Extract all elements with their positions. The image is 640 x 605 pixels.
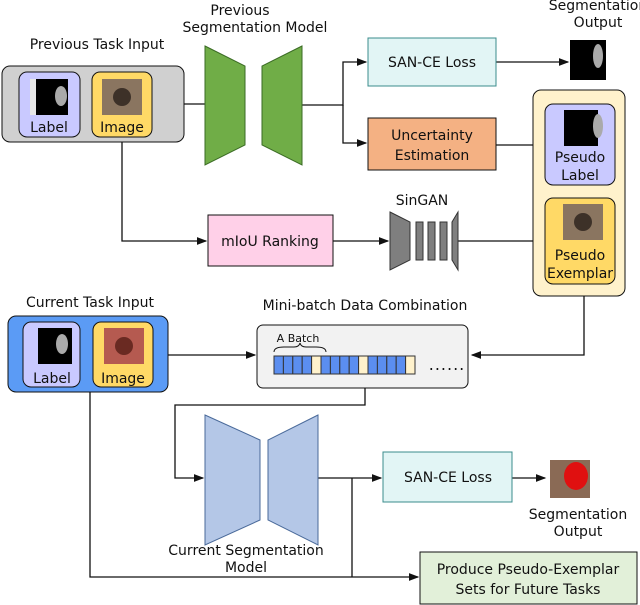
batch-cell — [358, 355, 369, 375]
seg-output-1-title-1: Segmentation — [549, 0, 640, 14]
pseudo-exemplar-text-1: Pseudo — [555, 248, 605, 264]
cur-model-title-1: Current Segmentation — [168, 543, 323, 559]
pseudo-label-text-2: Label — [561, 168, 599, 184]
batch-cell — [395, 355, 407, 375]
batch-cell — [301, 355, 313, 375]
prev-input-title: Previous Task Input — [30, 37, 165, 53]
uncertainty-text-2: Estimation — [395, 148, 470, 164]
singan-title: SinGAN — [396, 193, 449, 209]
prev-image-text: Image — [100, 120, 144, 136]
san-ce-loss-text-2: SAN-CE Loss — [404, 470, 492, 486]
a-batch-label: A Batch — [277, 332, 320, 345]
prev-label-text: Label — [30, 120, 68, 136]
cur-image-text: Image — [101, 371, 145, 387]
cur-label-text: Label — [33, 371, 71, 387]
seg-output-2-title-2: Output — [554, 524, 603, 540]
batch-cell — [329, 355, 341, 375]
minibatch-title: Mini-batch Data Combination — [263, 298, 468, 314]
pseudo-label-text-1: Pseudo — [555, 150, 605, 166]
batch-cell — [311, 355, 322, 375]
batch-cell — [273, 355, 284, 375]
diagram: Previous Task Input Label Image Previous… — [1, 0, 640, 605]
seg-output-1-title-2: Output — [574, 15, 623, 31]
batch-cell — [292, 355, 303, 375]
batch-cell — [339, 355, 350, 375]
cur-model-decoder — [267, 414, 319, 546]
cur-model-title-2: Model — [225, 560, 267, 576]
batch-cell — [348, 355, 360, 375]
prev-model-title-2: Segmentation Model — [183, 20, 328, 36]
batch-cell — [367, 355, 378, 375]
san-ce-loss-text-1: SAN-CE Loss — [388, 55, 476, 71]
batch-cell — [386, 355, 397, 375]
prev-model-encoder — [204, 45, 246, 166]
cur-model-encoder — [204, 414, 261, 546]
produce-text-2: Sets for Future Tasks — [456, 582, 601, 598]
prev-model-decoder — [261, 45, 303, 166]
batch-cell — [376, 355, 388, 375]
batch-cell — [405, 355, 416, 375]
prev-model-title-1: Previous — [210, 3, 269, 19]
batch-cell — [282, 355, 294, 375]
cur-input-title: Current Task Input — [26, 295, 154, 311]
batch-cells — [273, 355, 416, 375]
pseudo-exemplar-text-2: Exemplar — [547, 266, 613, 282]
seg-output-2-title-1: Segmentation — [529, 507, 627, 523]
uncertainty-text-1: Uncertainty — [391, 128, 473, 144]
batch-ellipsis: ...... — [429, 355, 466, 374]
miou-ranking-text: mIoU Ranking — [221, 234, 319, 250]
produce-text-1: Produce Pseudo-Exemplar — [437, 562, 620, 578]
singan-shape — [389, 210, 459, 272]
batch-cell — [320, 355, 331, 375]
